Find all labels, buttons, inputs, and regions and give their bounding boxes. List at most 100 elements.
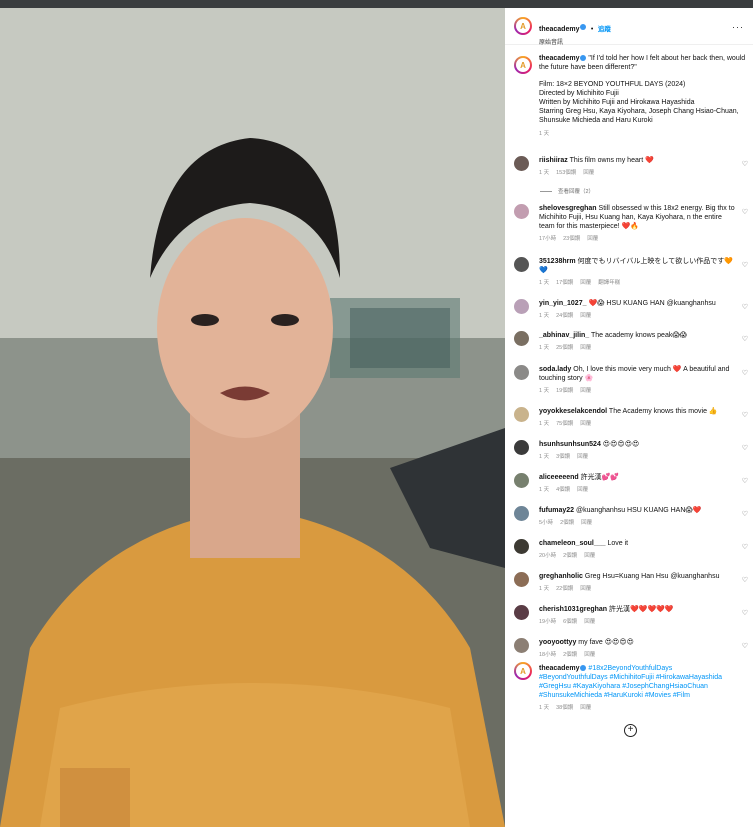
- load-more-comments-icon[interactable]: +: [624, 724, 637, 737]
- header-username[interactable]: theacademy: [539, 26, 579, 33]
- view-replies-button[interactable]: 查看回覆（2）: [540, 187, 594, 195]
- like-heart-icon[interactable]: ♡: [742, 261, 748, 269]
- commenter-avatar[interactable]: [514, 156, 529, 171]
- original-audio-label[interactable]: 原始音訊: [539, 37, 611, 46]
- commenter-username[interactable]: greghanholic: [539, 573, 583, 580]
- comment-likes[interactable]: 3個讚: [556, 454, 570, 460]
- commenter-username[interactable]: riishiiraz: [539, 157, 568, 164]
- commenter-username[interactable]: shelovesgreghan: [539, 205, 597, 212]
- comment-time: 19小時: [539, 619, 557, 625]
- closing-avatar[interactable]: A: [514, 662, 532, 680]
- caption-username[interactable]: theacademy: [539, 55, 579, 62]
- comment-text-line: yooyoottyy my fave 😍😍😍😍: [539, 638, 735, 647]
- reply-button[interactable]: 回覆: [587, 236, 598, 242]
- comment-likes[interactable]: 2個讚: [560, 520, 574, 526]
- caption-avatar[interactable]: A: [514, 56, 532, 74]
- reply-button[interactable]: 回覆: [577, 487, 588, 493]
- comment-likes[interactable]: 25個讚: [556, 345, 573, 351]
- commenter-avatar[interactable]: [514, 638, 529, 653]
- commenter-username[interactable]: chameleon_soul___: [539, 540, 606, 547]
- comment-body: 351238hrm 何度でもリバイバル上映をして欲しい作品です🧡💙 1 天 17個讚…: [539, 257, 735, 286]
- closing-username[interactable]: theacademy: [539, 665, 579, 672]
- reply-button[interactable]: 回覆: [580, 388, 591, 394]
- comment-likes[interactable]: 17個讚: [556, 280, 573, 286]
- comment-likes[interactable]: 24個讚: [556, 313, 573, 319]
- commenter-avatar[interactable]: [514, 331, 529, 346]
- academy-logo-icon: A: [516, 58, 530, 72]
- commenter-username[interactable]: _abhinav_jilin_: [539, 332, 589, 339]
- commenter-username[interactable]: soda.lady: [539, 366, 571, 373]
- commenter-avatar[interactable]: [514, 506, 529, 521]
- reply-button[interactable]: 回覆: [580, 345, 591, 351]
- comment-likes[interactable]: 6個讚: [563, 619, 577, 625]
- comment-body: yooyoottyy my fave 😍😍😍😍 18小時 2個讚 回覆: [539, 638, 735, 658]
- commenter-username[interactable]: yin_yin_1027_: [539, 300, 586, 307]
- account-avatar[interactable]: A: [514, 17, 532, 35]
- reply-button[interactable]: 回覆: [580, 313, 591, 319]
- like-heart-icon[interactable]: ♡: [742, 642, 748, 650]
- commenter-username[interactable]: hsunhsunhsun524: [539, 441, 601, 448]
- comment-text-line: soda.lady Oh, I love this movie very muc…: [539, 365, 735, 383]
- commenter-avatar[interactable]: [514, 257, 529, 272]
- commenter-username[interactable]: 351238hrm: [539, 258, 576, 265]
- like-heart-icon[interactable]: ♡: [742, 303, 748, 311]
- like-heart-icon[interactable]: ♡: [742, 208, 748, 216]
- like-heart-icon[interactable]: ♡: [742, 477, 748, 485]
- commenter-avatar[interactable]: [514, 473, 529, 488]
- comment-time: 18小時: [539, 652, 557, 658]
- commenter-avatar[interactable]: [514, 299, 529, 314]
- caption-line: Directed by Michihito Fujii: [539, 90, 619, 97]
- commenter-username[interactable]: fufumay22: [539, 507, 574, 514]
- reply-button[interactable]: 回覆: [580, 421, 591, 427]
- comment-text-line: aliceeeeend 許光漢💕💕: [539, 473, 735, 482]
- reply-button[interactable]: 回覆: [584, 553, 595, 559]
- like-heart-icon[interactable]: ♡: [742, 160, 748, 168]
- translate-button[interactable]: 翻譯年糕: [598, 280, 620, 286]
- comment-meta: 20小時 2個讚 回覆: [539, 551, 735, 559]
- reply-button[interactable]: 回覆: [581, 520, 592, 526]
- comment-text-line: 351238hrm 何度でもリバイバル上映をして欲しい作品です🧡💙: [539, 257, 735, 275]
- commenter-avatar[interactable]: [514, 365, 529, 380]
- comment-likes[interactable]: 2個讚: [563, 553, 577, 559]
- commenter-avatar[interactable]: [514, 407, 529, 422]
- like-heart-icon[interactable]: ♡: [742, 411, 748, 419]
- like-heart-icon[interactable]: ♡: [742, 335, 748, 343]
- reply-button[interactable]: 回覆: [580, 586, 591, 592]
- like-heart-icon[interactable]: ♡: [742, 444, 748, 452]
- commenter-username[interactable]: yoyokkeselakcendol: [539, 408, 607, 415]
- comment-body: shelovesgreghan Still obsessed w this 18…: [539, 204, 735, 242]
- closing-likes[interactable]: 38個讚: [556, 705, 573, 711]
- comment-body: yoyokkeselakcendol The Academy knows thi…: [539, 407, 735, 427]
- reply-button[interactable]: 回覆: [584, 652, 595, 658]
- reply-button[interactable]: 回覆: [583, 170, 594, 176]
- commenter-username[interactable]: cherish1031greghan: [539, 606, 607, 613]
- commenter-avatar[interactable]: [514, 605, 529, 620]
- comment-likes[interactable]: 75個讚: [556, 421, 573, 427]
- follow-button[interactable]: 追蹤: [598, 26, 611, 33]
- reply-button[interactable]: 回覆: [584, 619, 595, 625]
- comment-likes[interactable]: 19個讚: [556, 388, 573, 394]
- comment-text: The Academy knows this movie 👍: [608, 408, 718, 415]
- closing-reply[interactable]: 回覆: [580, 705, 591, 711]
- comment-likes[interactable]: 23個讚: [563, 236, 580, 242]
- like-heart-icon[interactable]: ♡: [742, 576, 748, 584]
- like-heart-icon[interactable]: ♡: [742, 543, 748, 551]
- comment-likes[interactable]: 4個讚: [556, 487, 570, 493]
- comment-likes[interactable]: 153個讚: [556, 170, 576, 176]
- commenter-username[interactable]: yooyoottyy: [539, 639, 576, 646]
- commenter-username[interactable]: aliceeeeend: [539, 474, 579, 481]
- reply-button[interactable]: 回覆: [577, 454, 588, 460]
- like-heart-icon[interactable]: ♡: [742, 510, 748, 518]
- commenter-avatar[interactable]: [514, 440, 529, 455]
- commenter-avatar[interactable]: [514, 204, 529, 219]
- post-image[interactable]: [0, 8, 505, 827]
- comment-likes[interactable]: 22個讚: [556, 586, 573, 592]
- more-horizontal-icon[interactable]: ···: [732, 22, 744, 32]
- comment-likes[interactable]: 2個讚: [563, 652, 577, 658]
- commenter-avatar[interactable]: [514, 539, 529, 554]
- reply-button[interactable]: 回覆: [580, 280, 591, 286]
- commenter-avatar[interactable]: [514, 572, 529, 587]
- like-heart-icon[interactable]: ♡: [742, 609, 748, 617]
- like-heart-icon[interactable]: ♡: [742, 369, 748, 377]
